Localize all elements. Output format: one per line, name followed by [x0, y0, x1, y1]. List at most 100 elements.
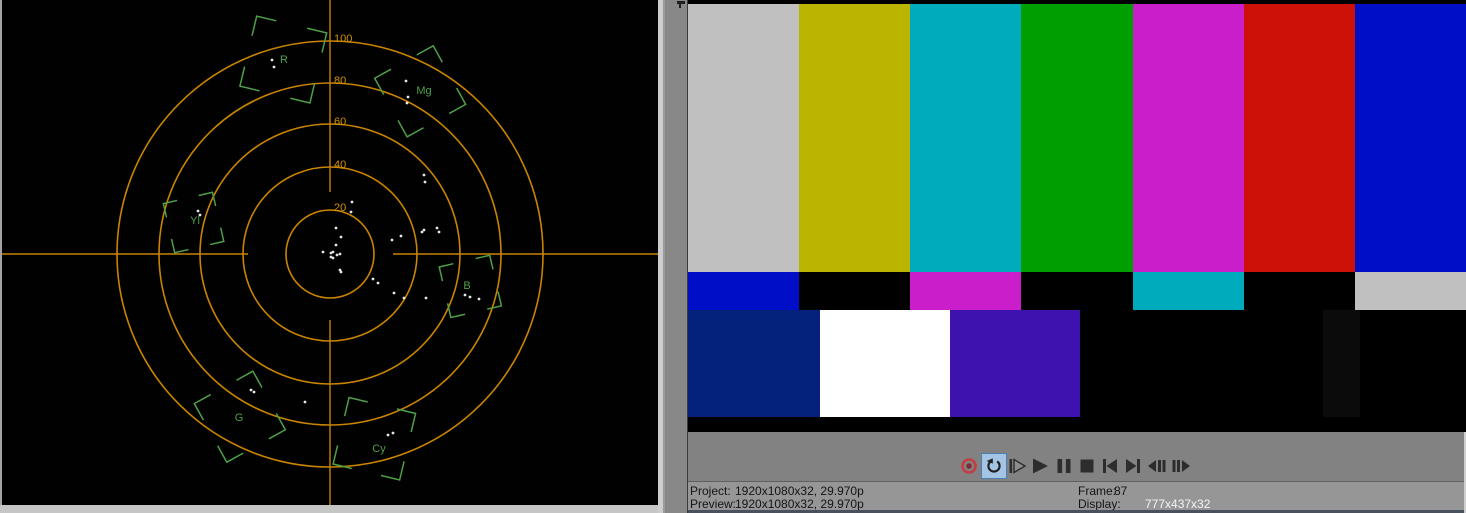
- scope-trace-dot: [334, 243, 338, 247]
- castellation-gray: [1354, 272, 1466, 310]
- target-bracket: [170, 238, 189, 254]
- scope-trace-dot: [270, 58, 274, 62]
- bottom-segment-black: [1360, 310, 1466, 417]
- transport-stop[interactable]: Stop: [1080, 459, 1094, 473]
- scope-trace-dot: [338, 252, 342, 256]
- scope-target-Cy: [332, 396, 417, 481]
- video-editor-window: 20 40 60 80 100 R Mg Yl B G Cy RecordLoop Playback…: [0, 0, 1466, 513]
- target-bracket: [236, 370, 263, 388]
- video-preview[interactable]: [688, 0, 1466, 432]
- castellation-magenta: [910, 272, 1022, 310]
- transport-pause[interactable]: Pause: [1057, 459, 1071, 473]
- scope-trace-dot: [424, 296, 428, 300]
- transport-go-to-end[interactable]: Go to End: [1126, 459, 1140, 473]
- vectorscope-panel: 20 40 60 80 100 R Mg Yl B G Cy: [2, 0, 658, 505]
- scope-trace-dot: [252, 390, 256, 394]
- target-bracket: [343, 396, 368, 417]
- scope-trace-dot: [321, 250, 325, 254]
- bottom-segment-white: [820, 310, 950, 417]
- castellation-black: [1021, 272, 1133, 310]
- scope-trace-dot: [422, 228, 426, 232]
- scope-trace-dot: [198, 213, 202, 217]
- target-bracket: [438, 262, 454, 282]
- scope-trace-dot: [390, 238, 394, 242]
- frame-label: Frame:: [1078, 484, 1117, 498]
- scope-trace-dot: [468, 295, 472, 299]
- scope-target-label-B: B: [463, 280, 470, 292]
- scope-trace-dot: [272, 65, 276, 69]
- bottom-segment-black: [1080, 310, 1323, 417]
- scope-trace-dot: [392, 291, 396, 295]
- bar-cyan: [910, 4, 1022, 272]
- scope-target-label-Cy: Cy: [372, 443, 386, 455]
- frame-value: 87: [1114, 484, 1128, 498]
- transport-prev-frame[interactable]: Previous Frame: [1148, 460, 1166, 472]
- smpte-bottom-row: [688, 310, 1466, 417]
- display-value: 777x437x32: [1145, 497, 1211, 511]
- bar-green: [1021, 4, 1133, 272]
- target-bracket: [238, 66, 260, 92]
- scope-trace-dot: [335, 253, 339, 257]
- scope-trace-dot: [349, 210, 353, 214]
- vectorscope-display: 20 40 60 80 100 R Mg Yl B G Cy: [2, 0, 658, 505]
- castellation-black: [1243, 272, 1355, 310]
- target-bracket: [217, 445, 244, 464]
- scope-trace-dot: [386, 433, 390, 437]
- video-preview-panel: RecordLoop PlaybackPlay From Start Play Pa…: [688, 0, 1466, 513]
- transport-go-to-start[interactable]: Go to Start: [1103, 459, 1117, 473]
- bar-blue: [1354, 4, 1466, 272]
- scope-trace-dot: [303, 400, 307, 404]
- target-bracket: [397, 120, 424, 138]
- scope-trace-dot: [402, 296, 406, 300]
- scope-trace-dot: [339, 235, 343, 239]
- scope-trace-dot: [423, 180, 427, 184]
- transport-loop[interactable]: Loop Playback: [981, 453, 1007, 479]
- scope-trace-dot: [376, 281, 380, 285]
- scope-trace-dot: [399, 234, 403, 238]
- scope-target-label-R: R: [280, 54, 288, 66]
- scope-ring-label: 60: [334, 116, 346, 128]
- panel-splitter[interactable]: [658, 0, 688, 513]
- smpte-bars-main: [688, 4, 1466, 272]
- target-bracket: [193, 393, 212, 421]
- transport-next-frame[interactable]: Next Frame: [1172, 460, 1191, 472]
- scope-trace-dot: [437, 230, 441, 234]
- scope-target-label-G: G: [235, 412, 244, 424]
- target-bracket: [290, 83, 316, 104]
- scope-trace-dot: [334, 226, 338, 230]
- scope-trace-dot: [249, 388, 253, 392]
- bottom-segment-plus-q: [950, 310, 1080, 417]
- splitter-shade: [663, 0, 665, 513]
- scope-ring-label: 80: [334, 75, 346, 87]
- target-bracket: [209, 227, 225, 246]
- scope-target-label-Yl: Yl: [190, 215, 200, 227]
- scope-trace-dot: [405, 101, 409, 105]
- castellation-cyan: [1132, 272, 1244, 310]
- project-label: Project:: [690, 484, 731, 498]
- project-value: 1920x1080x32, 29.970p: [735, 484, 864, 498]
- preview-value: 1920x1080x32, 29.970p: [735, 497, 864, 511]
- scope-trace-dot: [463, 293, 467, 297]
- scope-trace-dot: [422, 173, 426, 177]
- scope-ring-label: 40: [334, 159, 346, 171]
- preview-status-bar: Project: 1920x1080x32, 29.970p Preview: …: [688, 481, 1466, 511]
- scope-target-label-Mg: Mg: [416, 85, 431, 97]
- display-label: Display:: [1078, 497, 1121, 511]
- bar-magenta: [1132, 4, 1244, 272]
- scope-trace-dot: [331, 250, 335, 254]
- scope-trace-dot: [435, 226, 439, 230]
- bar-yellow: [799, 4, 911, 272]
- transport-record[interactable]: Record: [961, 458, 977, 474]
- scope-trace-dot: [339, 270, 343, 274]
- vectorscope-bottom-strip: [0, 505, 658, 513]
- bottom-segment-minus-i: [688, 310, 820, 417]
- bar-red: [1243, 4, 1355, 272]
- transport-controls: RecordLoop PlaybackPlay From Start Play Pa…: [688, 432, 1466, 481]
- transport-play[interactable]: Play: [1033, 458, 1048, 474]
- splitter-grip-icon[interactable]: [675, 0, 687, 10]
- transport-play-from-start[interactable]: Play From Start: [1009, 458, 1027, 474]
- bottom-segment-pluge: [1323, 310, 1360, 417]
- target-bracket: [162, 199, 178, 218]
- scope-trace-dot: [331, 256, 335, 260]
- target-bracket: [416, 44, 443, 63]
